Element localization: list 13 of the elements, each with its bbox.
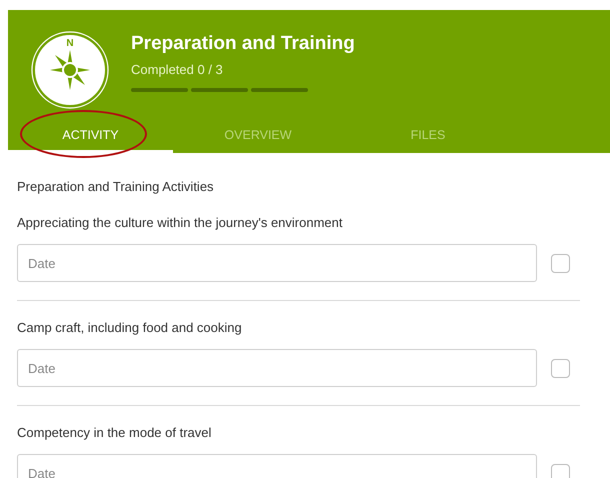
activity-title: Preparation and Training <box>131 32 355 56</box>
tab[interactable]: FILES <box>343 120 513 153</box>
activity-label: Appreciating the culture within the journey's environment <box>17 214 344 232</box>
date-field[interactable]: Date <box>17 349 537 387</box>
activity-label: Competency in the mode of travel <box>17 424 212 442</box>
tab[interactable]: ACTIVITY <box>8 120 173 153</box>
completion-count: Completed 0 / 3 <box>131 61 224 79</box>
compass-letter: N <box>66 38 74 49</box>
activity-label: Camp craft, including food and cooking <box>17 319 243 337</box>
section-title: Preparation and Training Activities <box>17 178 215 196</box>
tab[interactable]: OVERVIEW <box>173 120 343 153</box>
date-field[interactable]: Date <box>17 454 537 478</box>
date-field[interactable]: Date <box>17 244 537 282</box>
